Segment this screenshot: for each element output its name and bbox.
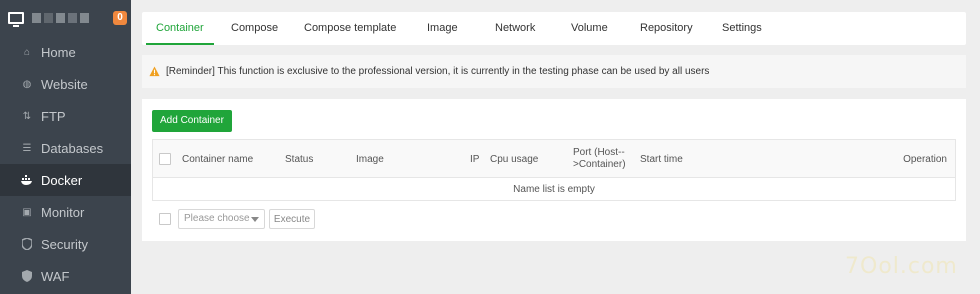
col-status[interactable]: Status [285, 140, 313, 178]
batch-select-checkbox[interactable] [159, 213, 171, 225]
reminder-banner: [Reminder] This function is exclusive to… [142, 55, 966, 88]
sidebar-item-label: Website [41, 76, 88, 92]
container-panel: Add Container Container name Status Imag… [142, 99, 966, 241]
batch-action-placeholder: Please choose [184, 213, 250, 224]
sidebar-item-databases[interactable]: ☰ Databases [0, 132, 131, 164]
chevron-down-icon [251, 217, 259, 222]
col-ip[interactable]: IP [470, 140, 479, 178]
docker-icon [21, 174, 33, 186]
col-operation: Operation [903, 153, 947, 165]
database-icon: ☰ [22, 142, 32, 154]
reminder-text: [Reminder] This function is exclusive to… [166, 66, 710, 77]
sidebar-header: 0 [0, 0, 131, 36]
shield-icon [21, 238, 33, 250]
sidebar-item-label: Databases [41, 140, 104, 156]
sidebar-item-label: Security [41, 236, 88, 252]
warning-icon [149, 66, 160, 77]
server-icon [8, 12, 24, 27]
col-container-name[interactable]: Container name [182, 140, 253, 178]
select-all-checkbox[interactable] [159, 153, 171, 165]
container-table: Container name Status Image IP Cpu usage… [152, 139, 956, 201]
sidebar-item-waf[interactable]: WAF [0, 260, 131, 292]
tab-compose-template[interactable]: Compose template [304, 12, 396, 45]
notification-badge[interactable]: 0 [113, 11, 127, 25]
batch-action-select[interactable]: Please choose [178, 209, 265, 229]
execute-button[interactable]: Execute [269, 209, 315, 229]
docker-tabs: Container Compose Compose template Image… [142, 12, 966, 45]
sidebar-item-website[interactable]: ◍ Website [0, 68, 131, 100]
col-port[interactable]: Port (Host-->Container) [573, 140, 629, 178]
add-container-button[interactable]: Add Container [152, 110, 232, 132]
sidebar-item-monitor[interactable]: ▣ Monitor [0, 196, 131, 228]
host-name-redacted [32, 13, 89, 23]
tab-image[interactable]: Image [427, 12, 458, 45]
sidebar-item-label: Home [41, 44, 76, 60]
sidebar-item-label: WAF [41, 268, 70, 284]
monitor-icon: ▣ [22, 206, 32, 218]
sidebar-item-ftp[interactable]: ⇅ FTP [0, 100, 131, 132]
tab-network[interactable]: Network [495, 12, 535, 45]
tab-compose[interactable]: Compose [231, 12, 278, 45]
sidebar-item-label: Monitor [41, 204, 85, 220]
sidebar-item-home[interactable]: ⌂ Home [0, 36, 131, 68]
sidebar-item-label: FTP [41, 108, 66, 124]
watermark: 7Ool.com [845, 254, 958, 279]
sidebar-item-label: Docker [41, 172, 83, 188]
sidebar-item-docker[interactable]: Docker [0, 164, 131, 196]
col-image[interactable]: Image [356, 140, 384, 178]
tab-repository[interactable]: Repository [640, 12, 693, 45]
globe-icon: ◍ [22, 78, 32, 90]
waf-icon [21, 270, 33, 282]
ftp-icon: ⇅ [22, 110, 32, 122]
tab-container[interactable]: Container [146, 12, 214, 45]
sidebar-item-security[interactable]: Security [0, 228, 131, 260]
col-cpu-usage[interactable]: Cpu usage [490, 140, 538, 178]
sidebar: 0 ⌂ Home ◍ Website ⇅ FTP ☰ Databases Doc… [0, 0, 131, 294]
tab-volume[interactable]: Volume [571, 12, 608, 45]
tab-settings[interactable]: Settings [722, 12, 762, 45]
col-start-time[interactable]: Start time [640, 140, 683, 178]
table-header: Container name Status Image IP Cpu usage… [153, 140, 955, 178]
empty-state: Name list is empty [513, 184, 595, 195]
home-icon: ⌂ [23, 46, 31, 58]
select-all-cell [159, 140, 171, 178]
